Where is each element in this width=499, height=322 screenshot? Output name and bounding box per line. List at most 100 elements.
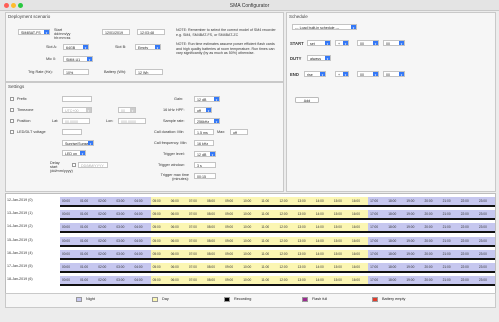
slot-b-value: Empty — [138, 46, 149, 50]
chevron-down-icon: ▾ — [373, 41, 378, 46]
hour-tick-label: 17:00 — [370, 212, 379, 217]
start-date-field[interactable]: 12/01/2019 — [102, 29, 130, 35]
chevron-down-icon: ▾ — [83, 45, 88, 50]
hour-tick-label: 23:00 — [478, 265, 487, 269]
hour-tick-label: 14:00 — [315, 225, 324, 230]
timeline-row-date: 12-Jan-2019 (0) — [7, 198, 33, 202]
hour-tick-label: 03:00 — [116, 265, 125, 269]
end-op-select[interactable]: + ▾ — [335, 71, 349, 77]
chevron-down-icon: ▾ — [325, 56, 330, 61]
hour-tick-label: 16:00 — [352, 212, 360, 217]
sunset-mode-select[interactable]: Sunrise/Sunset ▾ — [62, 140, 94, 146]
start-mode-select[interactable]: set ▾ — [307, 40, 331, 46]
chevron-down-icon: ▾ — [325, 41, 330, 46]
hour-tick-label: 14:00 — [315, 199, 324, 203]
start-minute-value: 00 — [386, 42, 390, 46]
hour-tick-label: 00:00 — [62, 199, 70, 203]
hour-tick-label: 06:00 — [170, 251, 179, 256]
hour-tick-label: 13:00 — [297, 212, 306, 217]
lat-field[interactable]: 00.0000 — [62, 118, 90, 124]
start-mode-value: set — [310, 42, 315, 46]
trigger-level-select[interactable]: 12 dB ▾ — [194, 151, 216, 157]
hour-tick-label: 18:00 — [388, 225, 397, 230]
hour-tick-label: 00:00 — [62, 225, 70, 230]
timezone-minute-select[interactable]: 00 ▾ — [118, 107, 136, 113]
sample-rate-select[interactable]: 256kHz ▾ — [194, 118, 220, 124]
duty-select[interactable]: always ▾ — [307, 55, 331, 61]
call-frequency-label: Call frequency: Min — [154, 141, 187, 145]
hour-tick-label: 21:00 — [442, 199, 451, 203]
slot-b-label: Slot B: — [115, 45, 127, 49]
schedule-preset-select[interactable]: --- Load built-in schedule --- ▾ — [292, 24, 357, 30]
start-time-field[interactable]: 12:03:48 — [137, 29, 165, 35]
end-mode-select[interactable]: rise ▾ — [304, 71, 326, 77]
hour-tick-label: 12:00 — [279, 238, 288, 243]
end-minute-select[interactable]: 00 ▾ — [383, 71, 405, 77]
hour-tick-label: 19:00 — [406, 278, 415, 283]
hour-tick-label: 13:00 — [297, 199, 306, 203]
lon-field[interactable]: 000.0000 — [118, 118, 146, 124]
flash-full-legend-label: Flash full — [312, 297, 328, 301]
gain-select[interactable]: 12 dB ▾ — [194, 96, 220, 102]
hour-tick-label: 19:00 — [406, 212, 415, 217]
chevron-down-icon: ▾ — [210, 152, 215, 157]
hour-tick-label: 02:00 — [98, 265, 107, 269]
mic-select[interactable]: SMM-U1 ▾ — [63, 56, 93, 62]
timeline-track: 00:00 01:00 02:00 03:00 04:00 05:00 06:00 07:00… — [60, 223, 495, 234]
slot-a-select[interactable]: 64GB ▾ — [63, 44, 89, 50]
hour-tick-label: 03:00 — [116, 238, 125, 243]
end-hour-select[interactable]: 00 ▾ — [357, 71, 379, 77]
trigger-max-field[interactable]: 00:15 — [194, 173, 216, 179]
call-duration-max-field[interactable]: off — [230, 129, 248, 135]
timeline-track: 00:00 01:00 02:00 03:00 04:00 05:00 06:00 07:00… — [60, 197, 495, 207]
start-op-select[interactable]: + ▾ — [335, 40, 349, 46]
night-legend-label: Night — [86, 297, 95, 301]
hour-tick-label: 21:00 — [442, 251, 451, 256]
start-minute-select[interactable]: 00 ▾ — [383, 40, 405, 46]
duty-rule-label: DUTY — [290, 56, 302, 61]
call-frequency-field[interactable]: 16 kHz — [194, 140, 214, 146]
hour-tick-label: 07:00 — [188, 251, 197, 256]
hour-tick-label: 18:00 — [388, 265, 397, 269]
model-select[interactable]: SM4BAT-FS ▾ — [18, 29, 50, 35]
led-voltage-checkbox[interactable] — [10, 130, 14, 134]
led-voltage-field[interactable] — [62, 129, 82, 135]
trigger-window-field[interactable]: 3 s — [194, 162, 216, 168]
delay-start-checkbox[interactable] — [72, 163, 76, 167]
hour-tick-label: 19:00 — [406, 251, 415, 256]
hour-tick-label: 19:00 — [406, 199, 415, 203]
delay-start-field[interactable]: DD/MM/YYYY — [78, 162, 108, 168]
hour-tick-label: 13:00 — [297, 278, 306, 283]
hour-tick-label: 06:00 — [170, 265, 179, 269]
trig-rate-field[interactable]: 10% — [63, 69, 89, 75]
timezone-select[interactable]: UTC+00 ▾ — [62, 107, 92, 113]
hour-tick-label: 07:00 — [188, 225, 197, 230]
call-duration-min-field[interactable]: 1.5 ms — [194, 129, 214, 135]
hpf-select[interactable]: off ▾ — [194, 107, 212, 113]
hour-tick-label: 18:00 — [388, 278, 397, 283]
add-schedule-button[interactable]: Add — [295, 97, 319, 103]
slot-b-select[interactable]: Empty ▾ — [135, 44, 161, 50]
prefix-checkbox[interactable] — [10, 97, 14, 101]
slot-a-label: Slot A: — [46, 45, 57, 49]
hour-tick-label: 17:00 — [370, 225, 379, 230]
position-checkbox[interactable] — [10, 119, 14, 123]
hour-tick-label: 04:00 — [134, 212, 143, 217]
hour-tick-label: 20:00 — [424, 212, 433, 217]
start-hour-value: 00 — [360, 42, 364, 46]
timeline-row-date: 13-Jan-2019 (1) — [7, 211, 33, 216]
led-select[interactable]: LED on ▾ — [62, 150, 86, 156]
hour-tick-label: 05:00 — [152, 238, 161, 243]
chevron-down-icon: ▾ — [44, 30, 49, 35]
chevron-down-icon: ▾ — [88, 141, 93, 146]
hpf-label: 16 kHz HPF: — [163, 108, 185, 112]
hour-tick-label: 23:00 — [478, 238, 487, 243]
start-hour-select[interactable]: 00 ▾ — [357, 40, 379, 46]
hour-tick-label: 23:00 — [478, 199, 487, 203]
timezone-checkbox[interactable] — [10, 108, 14, 112]
timeline-track: 00:00 01:00 02:00 03:00 04:00 05:00 06:00 07:00… — [60, 276, 495, 287]
hour-tick-label: 20:00 — [424, 238, 433, 243]
hour-tick-label: 04:00 — [134, 278, 143, 283]
prefix-field[interactable] — [62, 96, 92, 102]
battery-field[interactable]: 12 Wh — [135, 69, 163, 75]
